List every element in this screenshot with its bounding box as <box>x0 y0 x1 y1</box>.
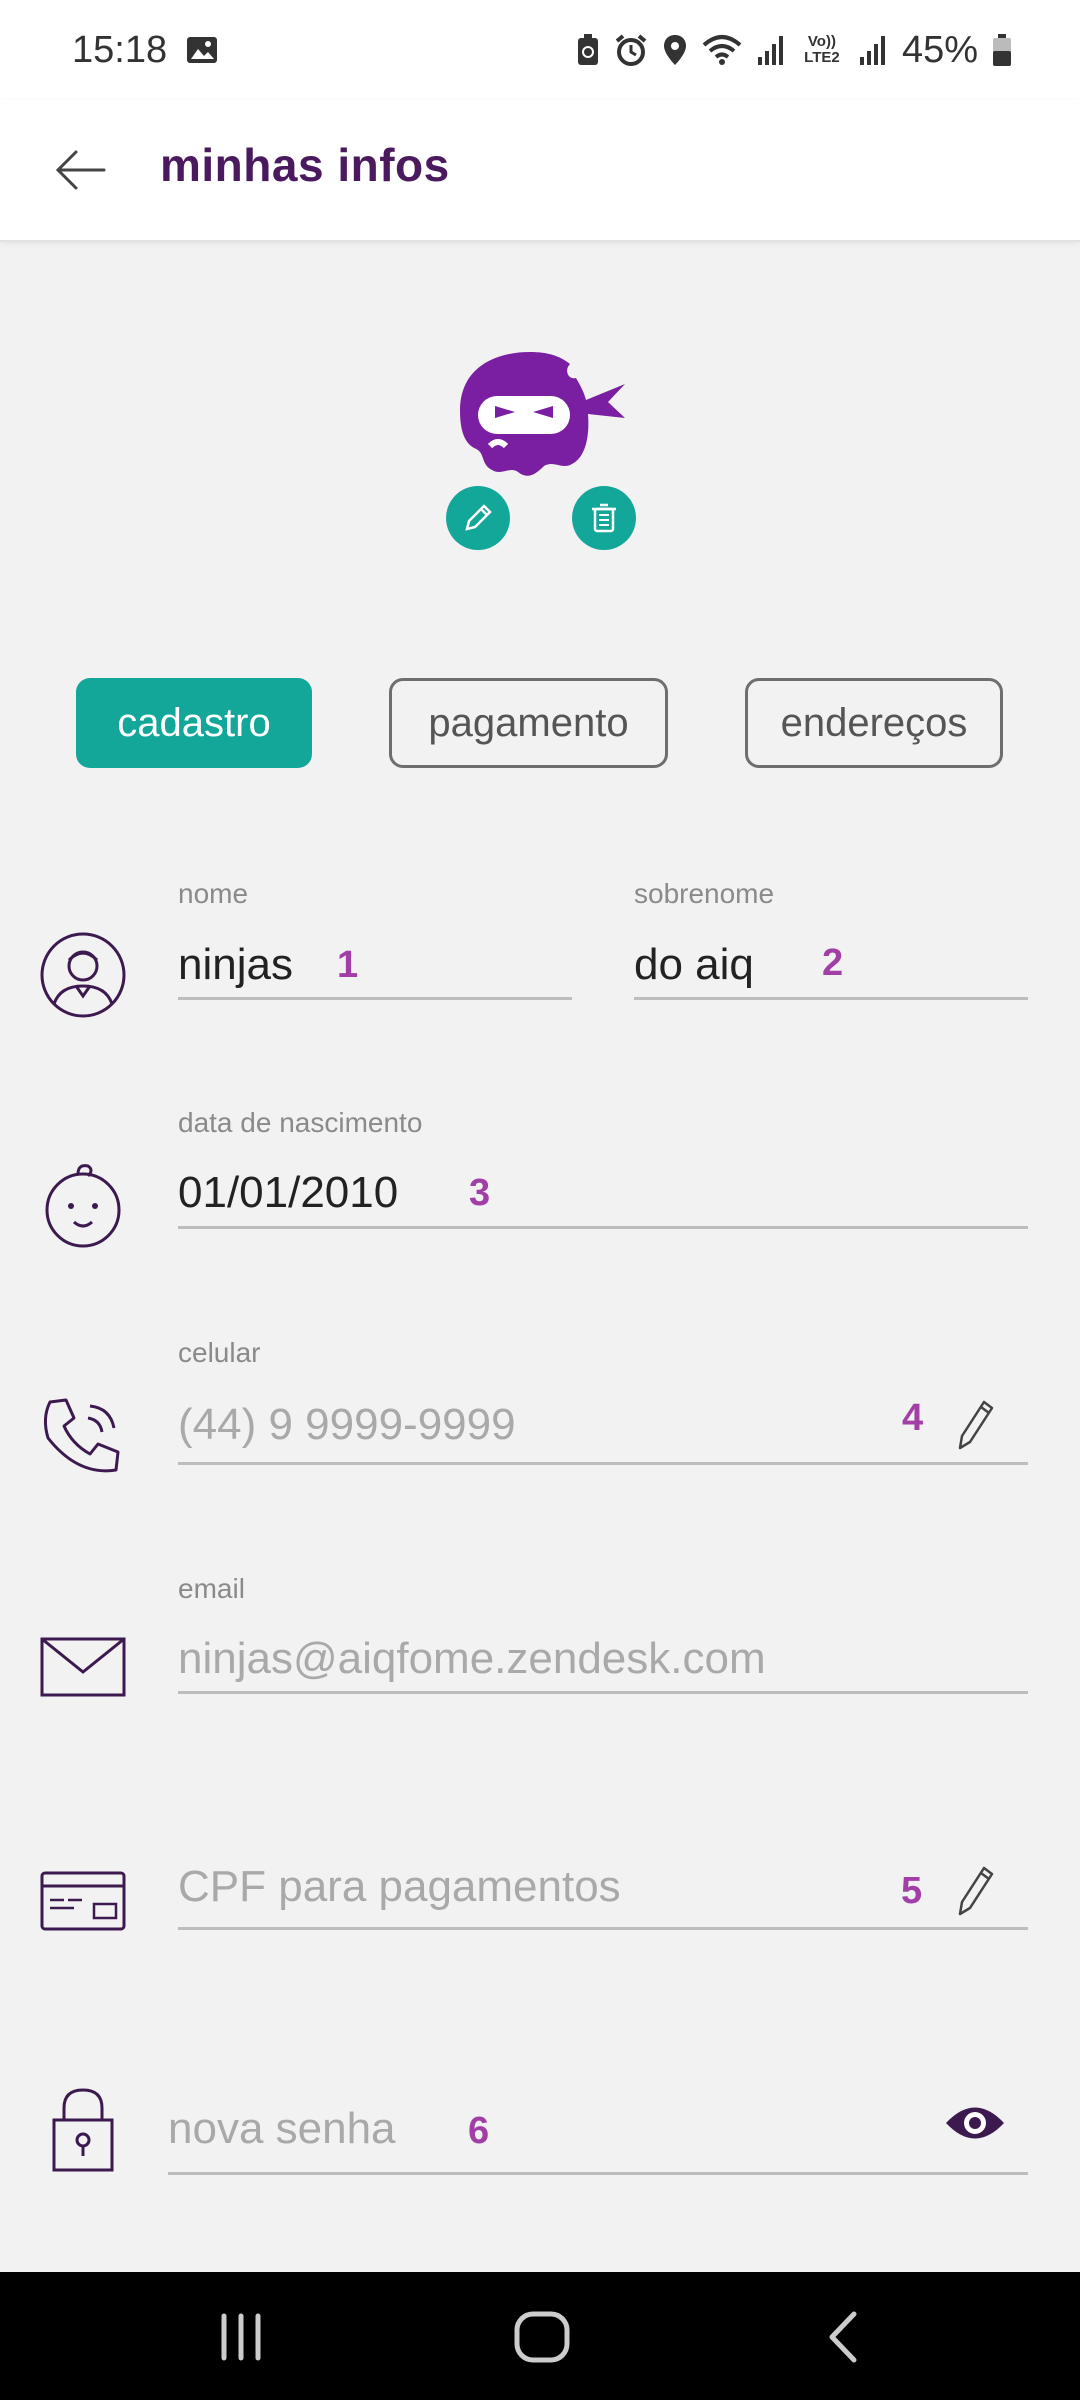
signal-icon-2 <box>859 36 885 65</box>
ninja-mascot-icon <box>460 346 625 476</box>
marker-4: 4 <box>902 1397 924 1439</box>
image-icon <box>187 37 218 63</box>
recent-apps-icon[interactable] <box>206 2302 276 2372</box>
home-icon[interactable] <box>507 2302 577 2372</box>
battery-icon <box>993 34 1011 66</box>
baby-icon <box>45 1164 121 1248</box>
location-icon <box>663 35 686 65</box>
avatar <box>440 340 640 550</box>
tab-bar: cadastro pagamento endereços <box>0 678 1080 768</box>
marker-5: 5 <box>901 1870 923 1912</box>
sobrenome-label: sobrenome <box>634 878 775 909</box>
back-nav-icon[interactable] <box>810 2302 880 2372</box>
edit-cpf-pencil-icon[interactable] <box>952 1862 996 1918</box>
battery-saver-icon <box>577 34 598 65</box>
system-nav-bar <box>0 2272 1080 2400</box>
back-arrow-icon[interactable] <box>52 140 112 200</box>
marker-3: 3 <box>469 1172 491 1214</box>
nascimento-underline <box>178 1226 1028 1229</box>
nome-underline <box>178 997 572 1000</box>
celular-input[interactable]: (44) 9 9999-9999 <box>178 1400 516 1450</box>
app-bar: minhas infos <box>0 100 1080 242</box>
signal-icon <box>757 36 783 65</box>
status-time: 15:18 <box>72 28 168 71</box>
nascimento-input[interactable]: 01/01/2010 <box>178 1168 398 1218</box>
senha-input[interactable]: nova senha <box>168 2104 396 2154</box>
marker-2: 2 <box>822 942 844 984</box>
nome-input[interactable]: ninjas <box>178 940 293 990</box>
tab-pagamento[interactable]: pagamento <box>389 678 668 768</box>
email-input[interactable]: ninjas@aiqfome.zendesk.com <box>178 1634 766 1684</box>
cpf-underline <box>178 1927 1028 1930</box>
eye-icon[interactable] <box>944 2100 1006 2146</box>
celular-underline <box>178 1462 1028 1465</box>
mail-icon <box>40 1637 126 1697</box>
status-bar: 15:18 Vo)) LTE2 45% <box>0 0 1080 100</box>
credit-card-icon <box>40 1871 126 1931</box>
avatar-edit-button[interactable] <box>446 486 510 550</box>
page-title: minhas infos <box>160 139 450 191</box>
email-label: email <box>178 1573 245 1604</box>
email-underline <box>178 1691 1028 1694</box>
marker-1: 1 <box>337 944 359 986</box>
marker-6: 6 <box>468 2110 490 2152</box>
tab-enderecos[interactable]: endereços <box>745 678 1003 768</box>
alarm-icon <box>615 34 647 66</box>
senha-underline <box>168 2172 1028 2175</box>
celular-label: celular <box>178 1337 261 1368</box>
edit-celular-pencil-icon[interactable] <box>952 1396 996 1452</box>
nome-label: nome <box>178 878 249 909</box>
lock-icon <box>52 2088 114 2172</box>
battery-percent: 45% <box>901 28 978 71</box>
volte-icon: Vo)) LTE2 <box>804 33 840 66</box>
avatar-delete-button[interactable] <box>572 486 636 550</box>
tab-cadastro[interactable]: cadastro <box>76 678 312 768</box>
wifi-icon <box>702 35 742 65</box>
trash-icon <box>592 503 616 533</box>
pencil-icon <box>465 504 492 531</box>
cpf-input[interactable]: CPF para pagamentos <box>178 1862 621 1912</box>
sobrenome-underline <box>634 997 1028 1000</box>
phone-icon <box>43 1398 120 1473</box>
nascimento-label: data de nascimento <box>178 1107 423 1138</box>
sobrenome-input[interactable]: do aiq <box>634 940 754 990</box>
person-icon <box>40 932 126 1018</box>
